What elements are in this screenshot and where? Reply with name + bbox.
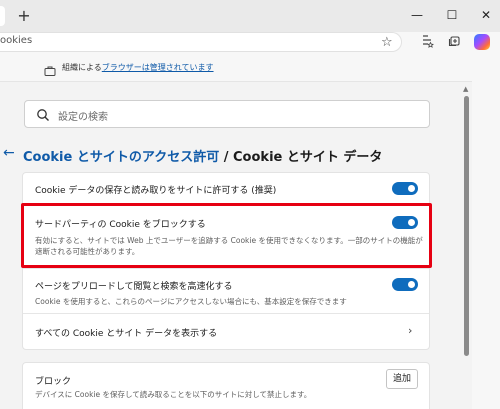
setting-title-preload: ページをプリロードして閲覧と検索を高速化する [35,282,233,292]
briefcase-icon [44,62,56,76]
search-placeholder: 設定の検索 [58,112,108,123]
favorite-star-icon[interactable]: ☆ [381,35,393,50]
minimize-button[interactable]: — [405,4,429,26]
toggle-knob [408,185,415,192]
breadcrumb-link[interactable]: Cookie とサイトのアクセス許可 [23,150,219,165]
add-site-button[interactable]: 追加 [386,369,418,389]
block-title: ブロック [35,377,72,387]
setting-title-allow-cookies: Cookie データの保存と読み取りをサイトに許可する (推奨) [35,186,277,196]
row-divider [23,313,429,314]
toggle-knob [408,281,415,288]
favorites-icon[interactable] [418,34,436,52]
page-title: Cookie とサイトのアクセス許可 / Cookie とサイト データ [23,146,382,165]
collections-icon[interactable] [446,34,464,52]
breadcrumb-separator: / [219,150,234,165]
search-icon [36,107,50,121]
block-card [22,362,430,409]
toggle-preload[interactable] [392,278,418,291]
address-bar[interactable]: ookies ☆ [0,32,402,52]
managed-info-link[interactable]: ブラウザーは管理されています [102,63,214,72]
sidebar-gutter [472,54,500,409]
maximize-button[interactable]: ☐ [440,4,464,26]
highlight-box [21,203,432,268]
managed-info-text: 組織によるブラウザーは管理されています [62,62,214,73]
row-divider [23,268,429,269]
new-tab-button[interactable]: + [14,6,34,26]
copilot-icon[interactable] [474,34,490,50]
scroll-up-icon[interactable]: ▲ [463,85,468,93]
browser-tab[interactable] [0,6,5,26]
chevron-right-icon[interactable]: › [408,324,412,337]
block-description: デバイスに Cookie を保存して読み取ることを以下のサイトに対して禁止します… [35,390,312,399]
breadcrumb-current: Cookie とサイト データ [233,150,383,165]
setting-desc-preload: Cookie を使用すると、これらのページにアクセスしない場合にも、基本設定を保… [35,297,347,306]
address-text: ookies [0,35,33,46]
title-bar: + — ☐ ✕ [0,0,500,32]
toggle-allow-cookies[interactable] [392,182,418,195]
back-arrow-icon[interactable]: ← [3,145,15,161]
scrollbar-thumb[interactable] [464,96,469,356]
close-button[interactable]: ✕ [474,4,498,26]
see-all-cookies-link[interactable]: すべての Cookie とサイト データを表示する [35,326,217,339]
managed-info-prefix: 組織による [62,63,102,72]
